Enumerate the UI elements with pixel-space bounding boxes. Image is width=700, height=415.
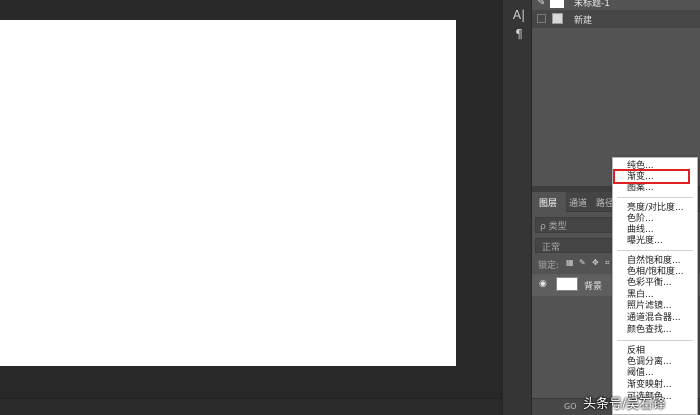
watermark-text: 头条号/吴石锋 [583,397,666,412]
layer-filter-label: ρ 类型 [540,222,567,232]
history-panel: ✎ 未标题-1 新建 [532,0,700,180]
menu-separator [617,197,693,198]
character-panel-icon[interactable]: A| [512,8,526,22]
adjustment-layer-menu: 纯色... 渐变... 图案... 亮度/对比度... 色阶... 曲线... … [612,157,698,415]
link-layers-icon[interactable]: GO [564,402,577,411]
menu-item-color-balance[interactable]: 色彩平衡... [627,278,672,289]
lock-controls: 锁定: ▦ ✎ ✥ ⌗ [535,256,617,272]
layer-filter-select[interactable]: ρ 类型 [535,217,617,233]
menu-item-vibrance[interactable]: 自然饱和度... [627,256,681,267]
workspace-bottom-strip [0,398,502,415]
lock-transparency-icon[interactable]: ▦ [566,259,574,267]
collapsed-panel-strip: A| ¶ [502,0,532,415]
layer-thumbnail [556,277,578,291]
menu-item-channel-mixer[interactable]: 通道混合器... [627,313,681,324]
menu-item-threshold[interactable]: 阈值... [627,368,654,379]
paragraph-panel-icon[interactable]: ¶ [512,27,526,41]
history-state-label: 新建 [574,16,593,26]
photoshop-window: A| ¶ ✎ 未标题-1 新建 图层 通道 路径 ρ 类型 正常 锁定: ▦ ✎… [0,0,700,415]
history-source-checkbox[interactable] [537,14,546,23]
menu-item-curves[interactable]: 曲线... [627,225,654,236]
menu-item-gradient-map[interactable]: 渐变映射... [627,380,672,391]
menu-item-black-white[interactable]: 黑白... [627,290,654,301]
history-brush-icon: ✎ [537,0,546,8]
tab-channels[interactable]: 通道 [569,196,587,209]
menu-item-color-lookup[interactable]: 颜色查找... [627,325,672,336]
snapshot-title: 未标题-1 [574,0,610,9]
menu-item-photo-filter[interactable]: 照片滤镜... [627,301,672,312]
menu-separator [617,250,693,251]
new-document-icon [552,13,563,24]
visibility-eye-icon[interactable]: ◉ [539,279,549,289]
document-workspace[interactable] [0,0,502,415]
menu-item-levels[interactable]: 色阶... [627,214,654,225]
layer-name: 背景 [584,282,603,292]
menu-item-invert[interactable]: 反相 [627,346,645,357]
blend-mode-select[interactable]: 正常 [535,238,617,253]
menu-item-pattern[interactable]: 图案... [627,183,654,194]
document-canvas[interactable] [0,20,456,366]
lock-position-icon[interactable]: ✥ [592,259,600,267]
tab-layers[interactable]: 图层 [539,196,557,209]
lock-brush-icon[interactable]: ✎ [579,259,587,267]
blend-mode-value: 正常 [542,243,561,253]
menu-item-brightness-contrast[interactable]: 亮度/对比度... [627,203,684,214]
lock-label: 锁定: [538,261,560,271]
menu-item-posterize[interactable]: 色调分离... [627,357,672,368]
menu-separator [617,340,693,341]
highlight-annotation [613,169,690,184]
snapshot-thumbnail [550,0,564,8]
menu-item-exposure[interactable]: 曝光度... [627,236,663,247]
history-state-row[interactable]: 新建 [532,10,700,28]
menu-item-hue-saturation[interactable]: 色相/饱和度... [627,267,684,278]
